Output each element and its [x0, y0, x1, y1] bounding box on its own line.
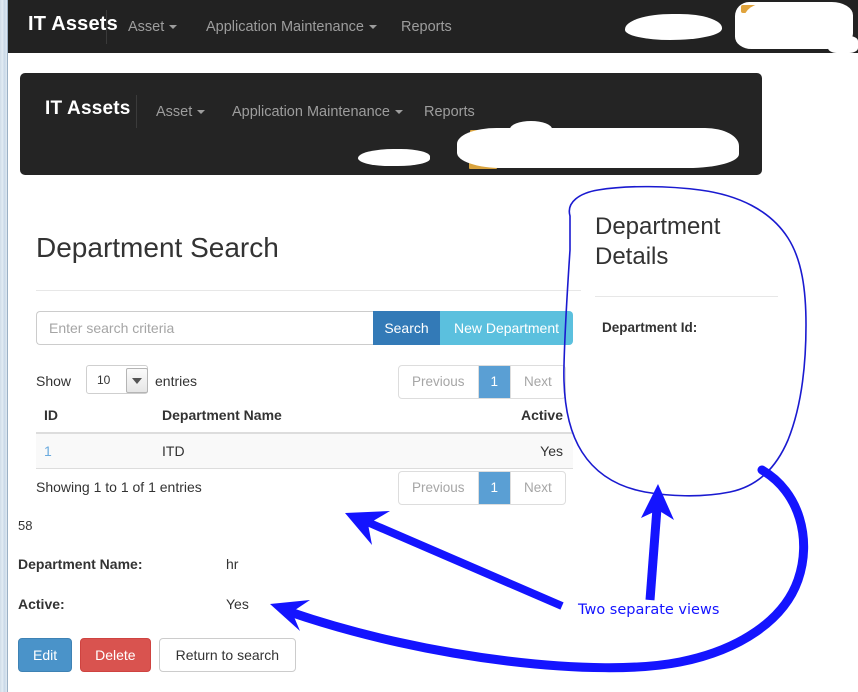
browser-gutter-border [7, 0, 8, 692]
outer-navbar: IT Assets Asset Application Maintenance … [8, 0, 858, 53]
chevron-down-icon [395, 110, 403, 115]
cell-active: Yes [485, 433, 573, 469]
table-header-row: ID Department Name Active [36, 407, 573, 434]
inner-nav-item-asset[interactable]: Asset [156, 104, 206, 120]
chevron-down-icon [169, 25, 178, 30]
detail-row-active: Active: Yes [18, 596, 438, 616]
search-input-group: Search New Department [36, 311, 573, 345]
redaction-blob [828, 36, 858, 53]
cell-id: 1 [36, 433, 154, 469]
page-title: Department Search [36, 232, 279, 263]
search-input[interactable] [36, 311, 373, 345]
inner-navbar: IT Assets Asset Application Maintenance … [20, 73, 762, 175]
redaction-blob [358, 149, 430, 166]
search-button[interactable]: Search [373, 311, 440, 345]
delete-button[interactable]: Delete [80, 638, 151, 672]
redaction-blob [625, 14, 722, 40]
column-header-active[interactable]: Active [485, 407, 573, 434]
outer-navbar-divider [106, 10, 107, 44]
outer-nav-item-reports[interactable]: Reports [401, 19, 452, 35]
show-label: Show [36, 373, 72, 389]
chevron-down-icon [369, 25, 377, 30]
browser-left-gutter [0, 0, 7, 692]
pagination-previous-button[interactable]: Previous [399, 472, 479, 504]
outer-nav-item-application-maintenance[interactable]: Application Maintenance [206, 19, 377, 35]
new-department-button[interactable]: New Department [440, 311, 573, 345]
detail-row-department-name: Department Name: hr [18, 556, 438, 576]
detail-action-buttons: Edit Delete Return to search [18, 638, 297, 672]
pagination-page-1-button[interactable]: 1 [478, 366, 512, 398]
outer-navbar-brand[interactable]: IT Assets [28, 13, 118, 36]
entries-label: entries [155, 373, 198, 389]
inner-navbar-brand[interactable]: IT Assets [45, 98, 131, 120]
inner-navbar-divider [136, 95, 137, 128]
details-panel-title: Department Details [595, 213, 721, 270]
department-id-label: Department Id: [602, 320, 698, 335]
entries-length-select[interactable]: 10 [86, 365, 148, 394]
inner-nav-item-asset-label: Asset [156, 104, 193, 120]
department-table: ID Department Name Active 1 ITD Yes [36, 407, 573, 469]
page-canvas: IT Assets Asset Application Maintenance … [8, 0, 858, 692]
pagination-next-button[interactable]: Next [511, 366, 565, 398]
redaction-blob [457, 128, 739, 168]
pagination-bottom: Previous 1 Next [398, 471, 566, 505]
pagination-page-1-button[interactable]: 1 [478, 472, 512, 504]
column-header-id[interactable]: ID [36, 407, 154, 434]
content-area: Department Search Search New Department … [8, 175, 858, 692]
detail-label-active: Active: [18, 596, 65, 612]
inner-nav-item-reports[interactable]: Reports [424, 104, 475, 120]
column-header-department-name[interactable]: Department Name [154, 407, 485, 434]
detail-value-active: Yes [226, 596, 249, 612]
table-controls-row: Show 10 entries Previous 1 Next [36, 365, 573, 399]
return-to-search-button[interactable]: Return to search [158, 638, 297, 672]
pagination-previous-button[interactable]: Previous [399, 366, 479, 398]
inner-nav-item-application-maintenance[interactable]: Application Maintenance [232, 104, 403, 120]
detail-value-department-name: hr [226, 556, 239, 572]
outer-nav-item-asset[interactable]: Asset [128, 19, 178, 35]
table-row[interactable]: 1 ITD Yes [36, 433, 573, 469]
divider [36, 290, 581, 291]
outer-nav-item-application-maintenance-label: Application Maintenance [206, 19, 364, 35]
chevron-down-icon [197, 110, 206, 115]
divider [595, 296, 778, 297]
inner-nav-item-application-maintenance-label: Application Maintenance [232, 104, 390, 120]
outer-nav-item-asset-label: Asset [128, 19, 165, 35]
cell-department-name: ITD [154, 433, 485, 469]
pagination-next-button[interactable]: Next [511, 472, 565, 504]
detail-id-value: 58 [18, 518, 33, 533]
table-info-text: Showing 1 to 1 of 1 entries [36, 479, 202, 495]
edit-button[interactable]: Edit [18, 638, 73, 672]
pagination-top: Previous 1 Next [398, 365, 566, 399]
redaction-blob [510, 121, 552, 137]
department-link[interactable]: 1 [44, 443, 52, 459]
detail-label-department-name: Department Name: [18, 556, 143, 572]
